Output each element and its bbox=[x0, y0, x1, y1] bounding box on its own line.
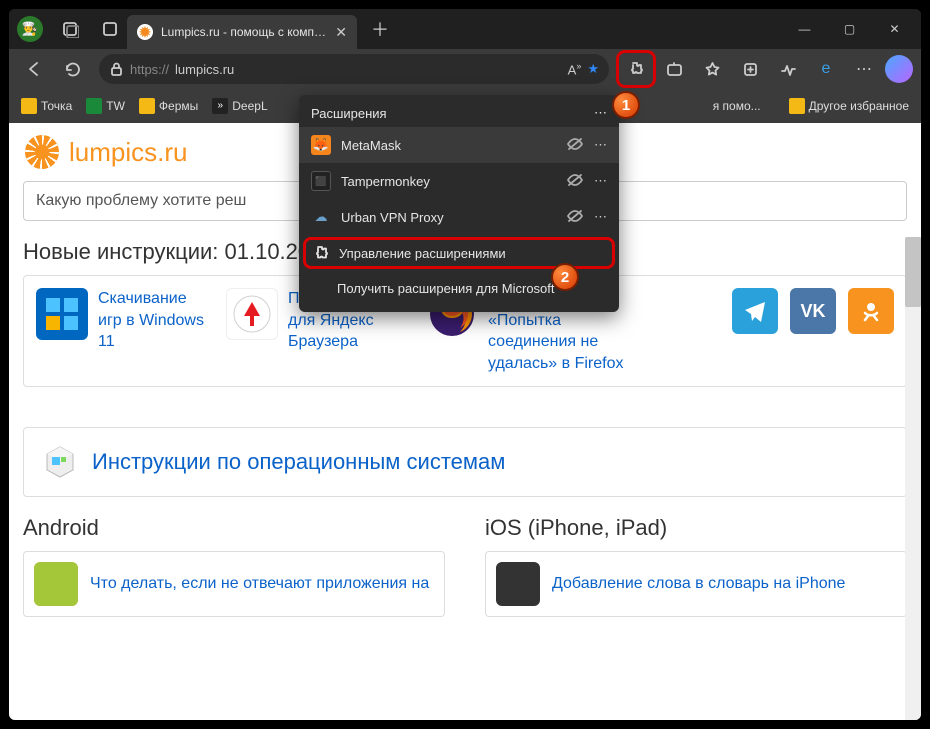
article-link[interactable]: Скачивание игр в Windows 11 bbox=[98, 288, 206, 374]
bookmark-item[interactable]: Фермы bbox=[135, 96, 202, 116]
panel-link[interactable]: Инструкции по операционным системам bbox=[92, 449, 505, 475]
col-heading-android: Android bbox=[23, 515, 445, 541]
nav-toolbar: https:// lumpics.ru A» ★ e ⋯ bbox=[9, 49, 921, 89]
metamask-icon: 🦊 bbox=[311, 135, 331, 155]
window-minimize[interactable]: — bbox=[782, 9, 827, 49]
folder-icon bbox=[21, 98, 37, 114]
ie-mode-icon[interactable]: e bbox=[809, 53, 843, 85]
refresh-button[interactable] bbox=[55, 53, 89, 85]
folder-icon bbox=[789, 98, 805, 114]
article-link[interactable]: Что делать, если не отвечают приложения … bbox=[90, 575, 429, 593]
ok-button[interactable] bbox=[848, 288, 894, 334]
extension-more-icon[interactable]: ⋯ bbox=[594, 173, 607, 189]
site-lock-icon bbox=[109, 62, 124, 77]
deepl-icon: » bbox=[212, 98, 228, 114]
tab-title: Lumpics.ru - помощь с компьют bbox=[161, 25, 327, 39]
collections-icon[interactable] bbox=[733, 53, 767, 85]
tampermonkey-icon: ⬛ bbox=[311, 171, 331, 191]
url-protocol: https:// bbox=[130, 62, 169, 77]
extension-name: MetaMask bbox=[341, 138, 556, 153]
extension-more-icon[interactable]: ⋯ bbox=[594, 137, 607, 153]
extension-more-icon[interactable]: ⋯ bbox=[594, 209, 607, 225]
callout-badge-1: 1 bbox=[612, 91, 640, 119]
favorite-star-icon[interactable]: ★ bbox=[587, 61, 599, 77]
folder-icon bbox=[139, 98, 155, 114]
visibility-toggle-icon[interactable] bbox=[566, 173, 584, 190]
os-cube-icon bbox=[42, 444, 78, 480]
visibility-toggle-icon[interactable] bbox=[566, 137, 584, 154]
article-row[interactable]: Добавление слова в словарь на iPhone bbox=[485, 551, 907, 617]
back-button[interactable] bbox=[17, 53, 51, 85]
site-logo-icon bbox=[25, 135, 59, 169]
read-aloud-icon[interactable]: A» bbox=[568, 61, 582, 77]
yandex-browser-icon bbox=[226, 288, 278, 340]
new-tab-button[interactable]: ＋ bbox=[363, 12, 397, 46]
extension-row[interactable]: ⬛ Tampermonkey ⋯ bbox=[299, 163, 619, 199]
more-menu-icon[interactable]: ⋯ bbox=[847, 53, 881, 85]
tab-close-icon[interactable]: ✕ bbox=[335, 24, 347, 41]
window-maximize[interactable]: ▢ bbox=[827, 9, 872, 49]
col-heading-ios: iOS (iPhone, iPad) bbox=[485, 515, 907, 541]
window-close[interactable]: ✕ bbox=[872, 9, 917, 49]
urbanvpn-icon: ☁ bbox=[311, 207, 331, 227]
telegram-button[interactable] bbox=[732, 288, 778, 334]
windows-icon bbox=[36, 288, 88, 340]
site-logo-text: lumpics.ru bbox=[69, 137, 187, 168]
callout-badge-2: 2 bbox=[551, 263, 579, 291]
tab-actions-icon[interactable] bbox=[93, 12, 127, 46]
other-bookmarks[interactable]: Другое избранное bbox=[785, 96, 913, 116]
social-buttons: VK bbox=[732, 288, 894, 374]
extension-name: Urban VPN Proxy bbox=[341, 210, 556, 225]
scrollbar-thumb[interactable] bbox=[905, 237, 921, 307]
article-card[interactable]: Скачивание игр в Windows 11 bbox=[36, 288, 206, 374]
copilot-button[interactable] bbox=[885, 55, 913, 83]
browser-tab[interactable]: ✹ Lumpics.ru - помощь с компьют ✕ bbox=[127, 15, 357, 49]
bookmark-item[interactable]: Точка bbox=[17, 96, 76, 116]
vk-button[interactable]: VK bbox=[790, 288, 836, 334]
extension-row[interactable]: ☁ Urban VPN Proxy ⋯ bbox=[299, 199, 619, 235]
url-host: lumpics.ru bbox=[175, 62, 234, 77]
performance-icon[interactable] bbox=[771, 53, 805, 85]
bookmark-item[interactable]: »DeepL bbox=[208, 96, 271, 116]
screenshot-icon[interactable] bbox=[657, 53, 691, 85]
page-scrollbar[interactable] bbox=[905, 237, 921, 720]
bookmark-truncated[interactable]: я помо... bbox=[713, 99, 761, 113]
manage-extensions-label: Управление расширениями bbox=[339, 246, 506, 261]
get-extensions-label: Получить расширения для Microsoft bbox=[337, 281, 555, 296]
favorites-icon[interactable] bbox=[695, 53, 729, 85]
popup-more-icon[interactable]: ⋯ bbox=[594, 105, 607, 121]
os-instructions-panel[interactable]: Инструкции по операционным системам bbox=[23, 427, 907, 497]
visibility-toggle-icon[interactable] bbox=[566, 209, 584, 226]
extensions-button[interactable] bbox=[619, 53, 653, 85]
sheet-icon bbox=[86, 98, 102, 114]
bookmark-item[interactable]: TW bbox=[82, 96, 129, 116]
tab-favicon: ✹ bbox=[137, 24, 153, 40]
popup-title: Расширения bbox=[311, 106, 387, 121]
puzzle-icon bbox=[313, 245, 329, 261]
article-link[interactable]: Добавление слова в словарь на iPhone bbox=[552, 575, 845, 593]
workspaces-icon[interactable] bbox=[53, 12, 87, 46]
extension-row[interactable]: 🦊 MetaMask ⋯ bbox=[299, 127, 619, 163]
address-bar[interactable]: https:// lumpics.ru A» ★ bbox=[99, 54, 609, 84]
profile-avatar[interactable]: 👨‍🍳 bbox=[17, 16, 43, 42]
titlebar: 👨‍🍳 ✹ Lumpics.ru - помощь с компьют ✕ ＋ … bbox=[9, 9, 921, 49]
extension-name: Tampermonkey bbox=[341, 174, 556, 189]
article-row[interactable]: Что делать, если не отвечают приложения … bbox=[23, 551, 445, 617]
apple-icon bbox=[496, 562, 540, 606]
android-icon bbox=[34, 562, 78, 606]
